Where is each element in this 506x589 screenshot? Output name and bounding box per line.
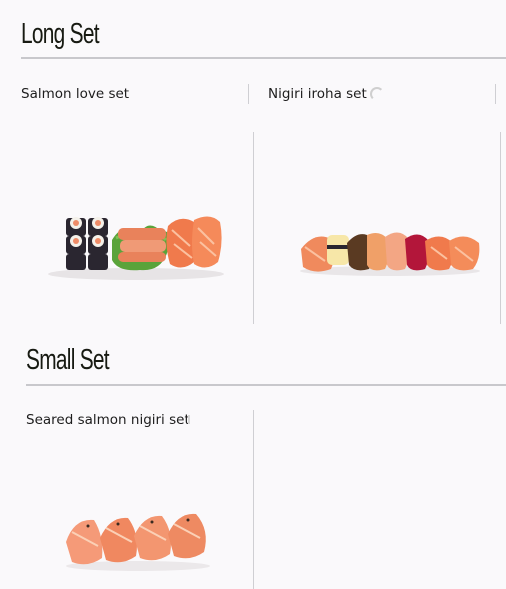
column-divider xyxy=(253,410,254,589)
section-title-small-set: Small Set xyxy=(26,344,110,376)
column-divider xyxy=(253,132,254,324)
section-divider xyxy=(26,384,506,386)
section-divider xyxy=(21,57,506,59)
column-divider xyxy=(495,84,496,104)
loading-spinner-icon xyxy=(370,87,384,101)
product-card-seared-salmon-nigiri-set[interactable]: Seared salmon nigiri set xyxy=(0,400,253,589)
salmon-love-set-photo[interactable] xyxy=(44,200,224,282)
product-card-salmon-love-set[interactable]: Salmon love set xyxy=(0,70,250,330)
product-name[interactable]: Salmon love set xyxy=(21,86,129,102)
product-card-nigiri-iroha-set[interactable]: Nigiri iroha set xyxy=(253,70,498,330)
seared-salmon-nigiri-set-photo[interactable] xyxy=(64,512,212,572)
nigiri-iroha-set-photo[interactable] xyxy=(297,225,483,277)
menu-page: Long Set Salmon love set Nigiri iroha se… xyxy=(0,0,506,589)
loading-spinner-icon xyxy=(188,415,190,424)
section-title-long-set: Long Set xyxy=(21,18,100,50)
column-divider xyxy=(248,84,249,104)
column-divider xyxy=(500,132,501,324)
product-name[interactable]: Nigiri iroha set xyxy=(268,86,367,102)
product-name[interactable]: Seared salmon nigiri set xyxy=(26,412,190,428)
